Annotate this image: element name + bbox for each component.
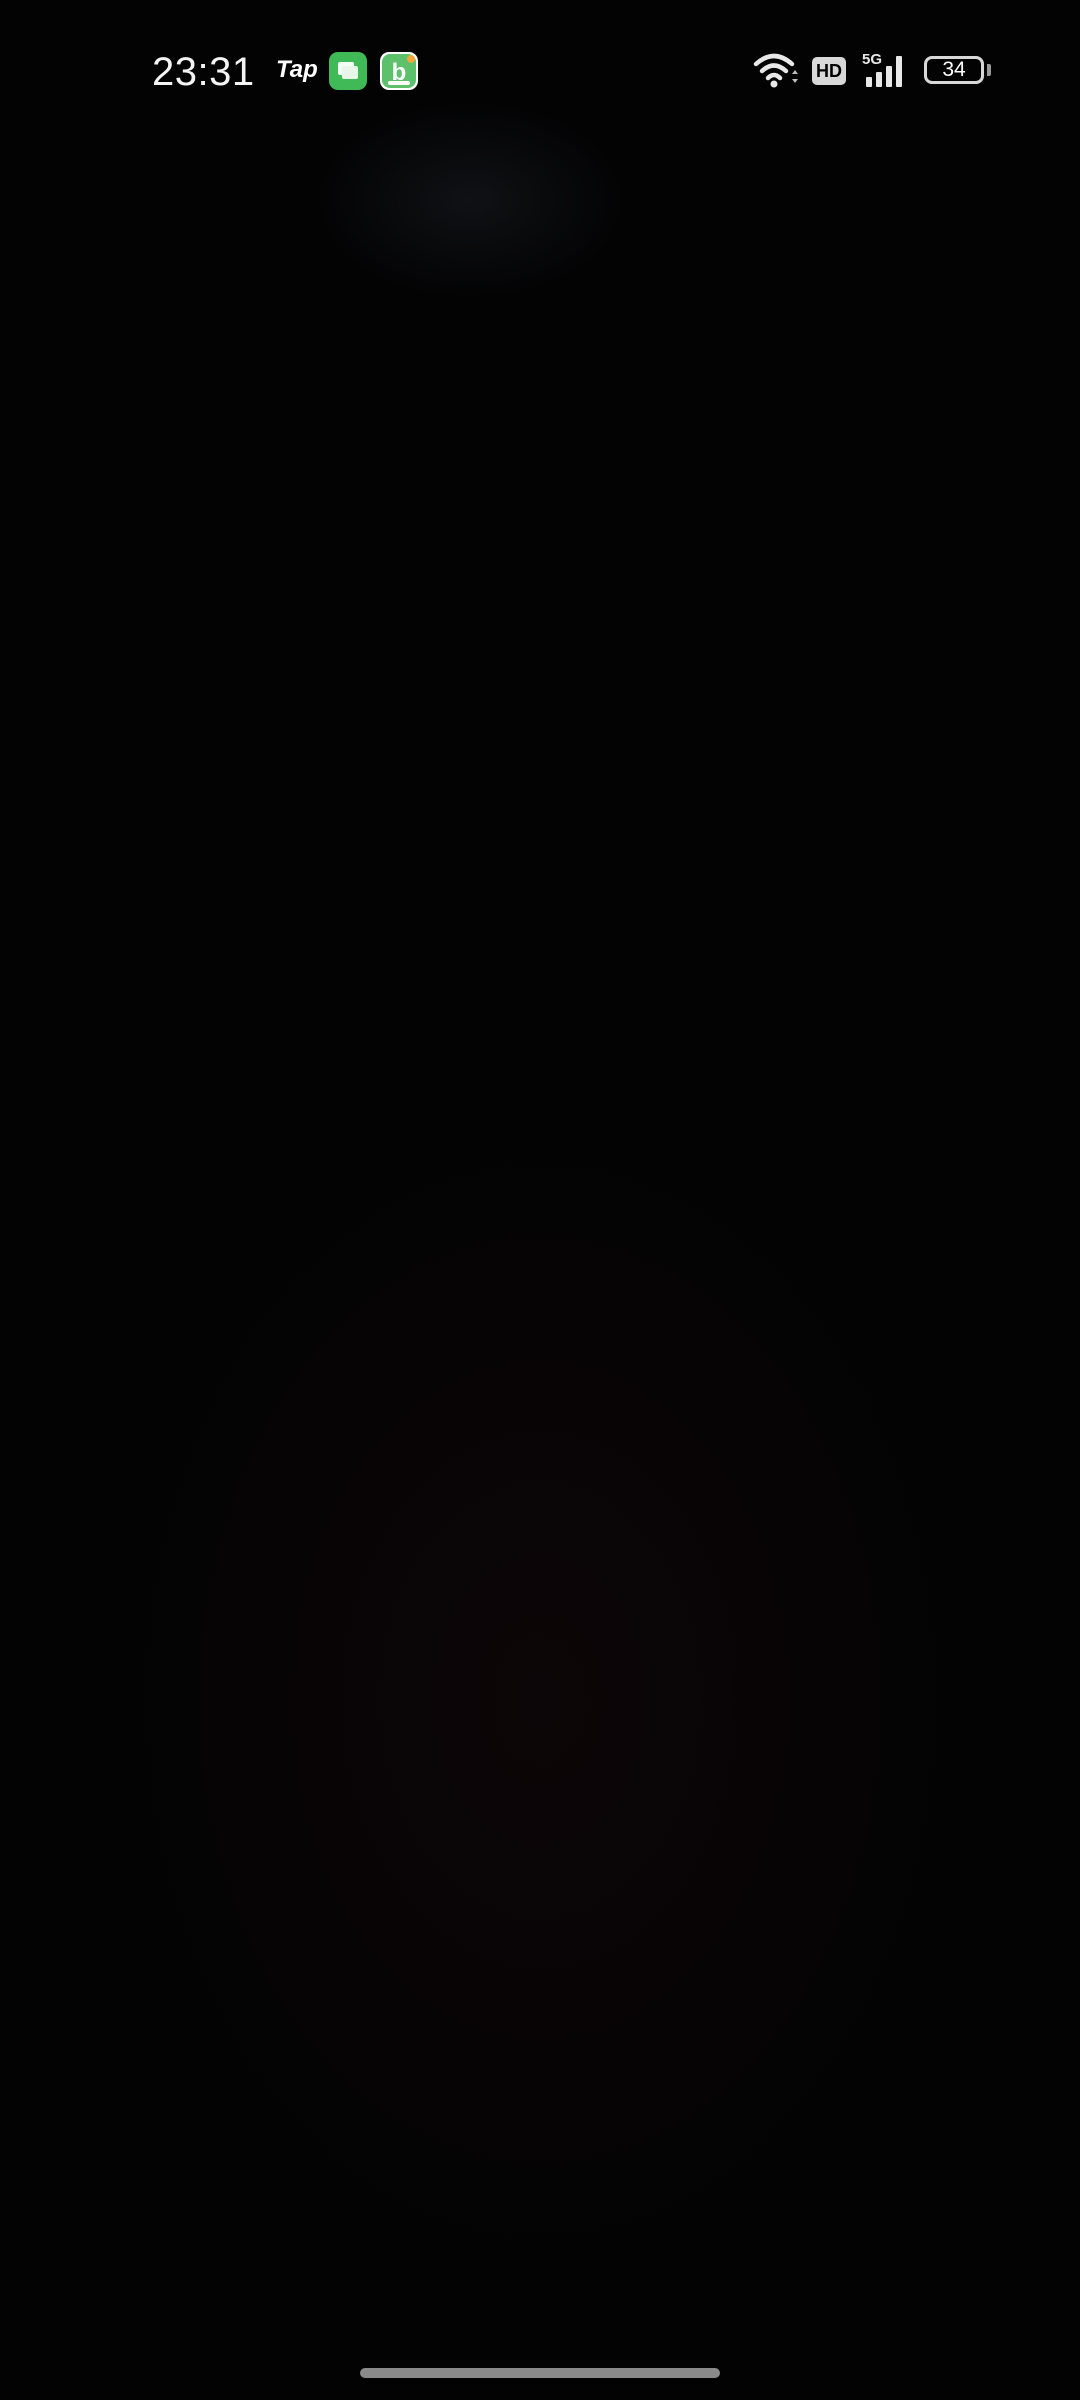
status-time: 23:31 [152,50,255,94]
network-type-label: 5G [862,51,882,68]
messages-app-icon [329,52,367,90]
hd-icon: HD [812,57,846,85]
home-indicator[interactable] [360,2368,720,2378]
taptap-icon: Tap [276,56,318,83]
wifi-icon [753,53,798,88]
status-bar: 23:31 Tap b HD 5G 34 [0,0,1080,140]
battery-tip [987,64,991,76]
blank-dark-screen [0,0,1080,2400]
battery-icon: 34 [924,56,984,84]
b-app-icon: b [380,52,418,90]
cellular-signal-icon: 5G [862,51,902,87]
